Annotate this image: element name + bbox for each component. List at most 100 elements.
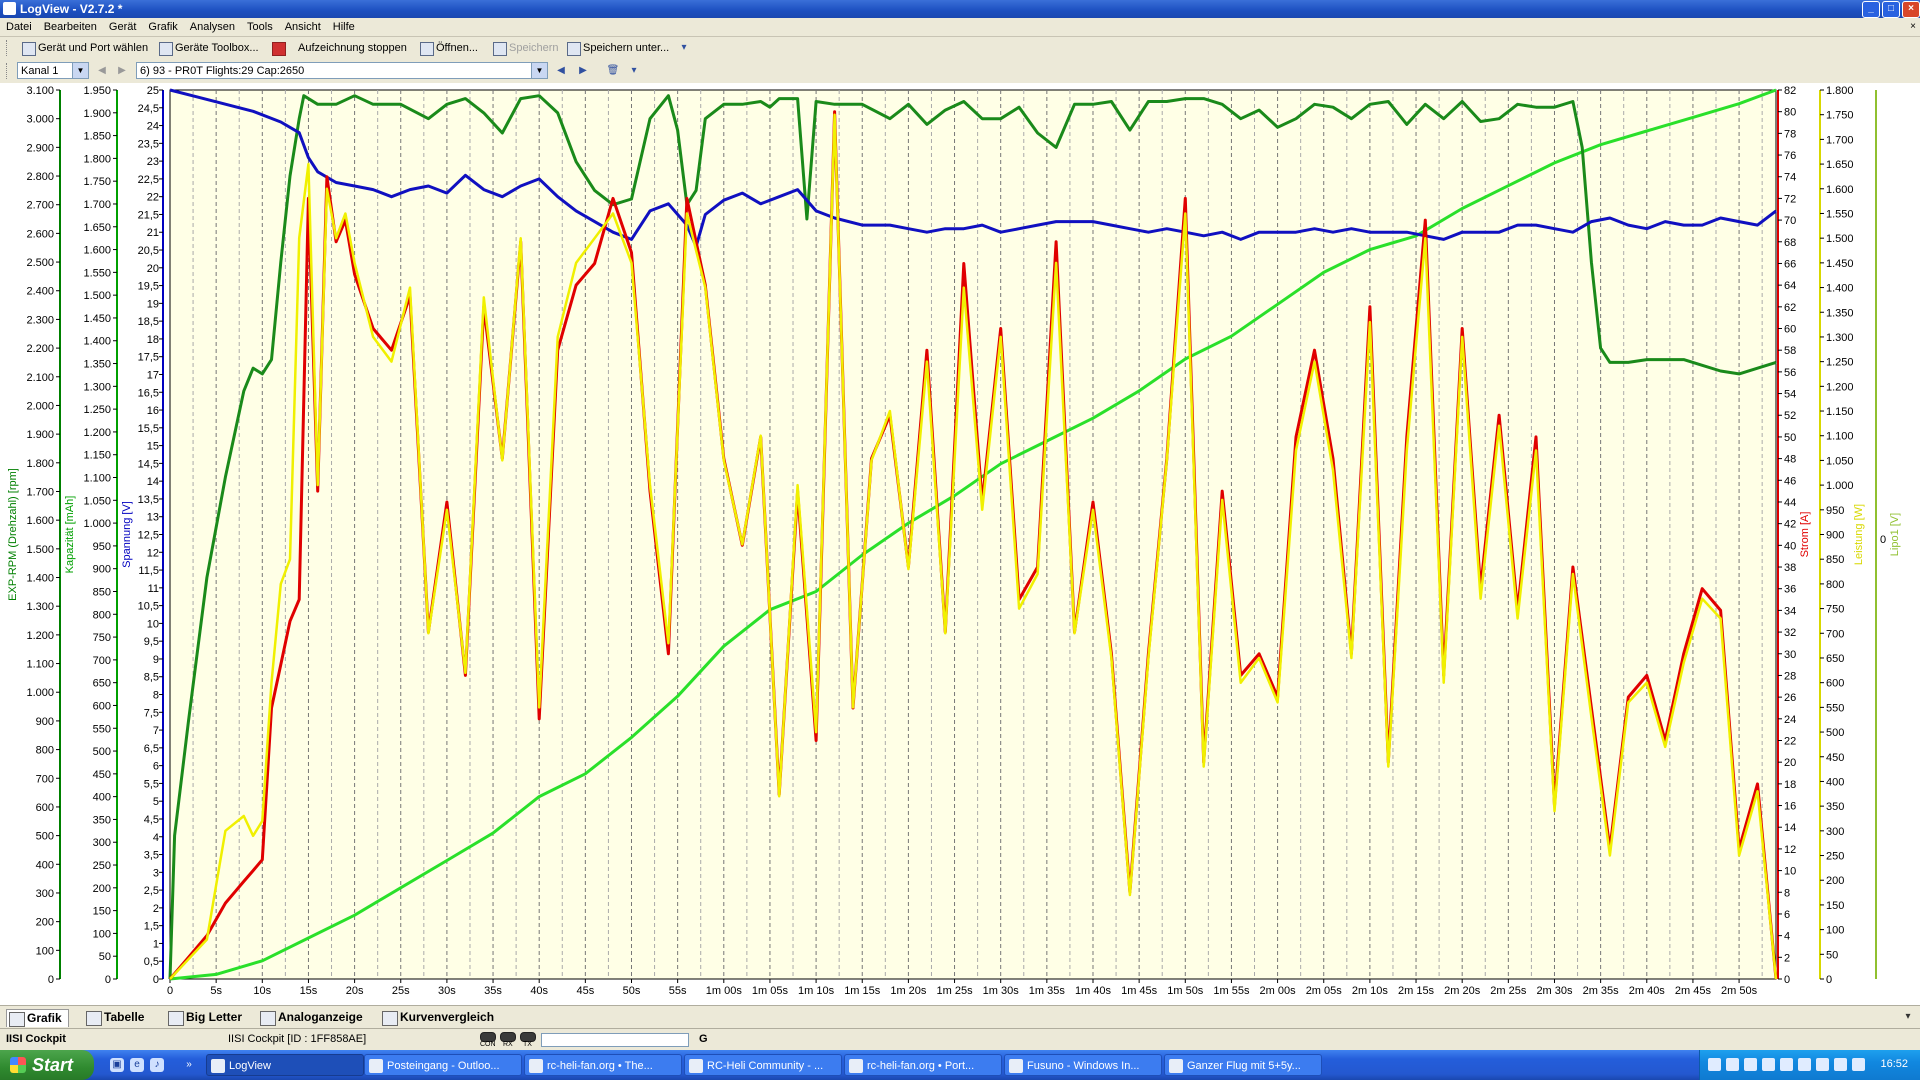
- start-button[interactable]: Start: [0, 1050, 94, 1080]
- menu-grafik[interactable]: Grafik: [142, 18, 183, 33]
- x-tick-label: 2m 10s: [1352, 985, 1389, 997]
- show-desktop-icon[interactable]: ▣: [110, 1058, 124, 1072]
- geraet-port-button[interactable]: Gerät und Port wählen: [20, 39, 148, 57]
- toolbox-label: Geräte Toolbox...: [175, 42, 259, 54]
- y-tick-label: 350: [93, 814, 111, 826]
- status-device-id: IISI Cockpit [ID : 1FF858AE]: [228, 1033, 367, 1045]
- y-tick-label: 2.700: [26, 200, 54, 212]
- delete-icon[interactable]: 🗑: [605, 63, 621, 78]
- media-icon[interactable]: ♪: [150, 1058, 164, 1072]
- y-tick-label: 24: [1784, 714, 1796, 726]
- task-rc-heli-fan-2[interactable]: rc-heli-fan.org • Port...: [844, 1054, 1002, 1076]
- prev-flight-icon[interactable]: ◀: [553, 63, 569, 78]
- close-button[interactable]: ×: [1902, 1, 1920, 18]
- save-as-button[interactable]: Speichern unter...: [565, 39, 669, 57]
- tray-icon[interactable]: [1744, 1058, 1757, 1071]
- tab-analoganzeige[interactable]: Analoganzeige: [258, 1009, 363, 1026]
- mdi-close-icon[interactable]: ×: [1910, 21, 1916, 32]
- clock: 16:52: [1880, 1058, 1908, 1070]
- tray-icon[interactable]: [1798, 1058, 1811, 1071]
- x-tick-label: 2m 35s: [1583, 985, 1620, 997]
- tray-icon[interactable]: [1762, 1058, 1775, 1071]
- next-channel-icon[interactable]: ▶: [114, 63, 130, 78]
- save-as-label: Speichern unter...: [583, 42, 670, 54]
- y-axis-title: Kapazität [mAh]: [64, 496, 76, 574]
- channel-select[interactable]: Kanal 1 ▼: [17, 62, 89, 79]
- y-tick-label: 10,5: [138, 601, 159, 613]
- tab-grafik[interactable]: Grafik: [6, 1009, 69, 1027]
- task-rc-heli-fan-1[interactable]: rc-heli-fan.org • The...: [524, 1054, 682, 1076]
- tab-big-letter[interactable]: Big Letter: [166, 1009, 242, 1026]
- stop-recording-button[interactable]: Aufzeichnung stoppen: [270, 39, 407, 57]
- menu-datei[interactable]: Datei: [0, 18, 38, 33]
- y-tick-label: 1.000: [26, 687, 54, 699]
- tray-icon[interactable]: [1708, 1058, 1721, 1071]
- toolbox-button[interactable]: Geräte Toolbox...: [157, 39, 259, 57]
- tab-tabelle[interactable]: Tabelle: [84, 1009, 144, 1026]
- logview-icon: [211, 1059, 225, 1073]
- y-tick-label: 3,5: [144, 850, 159, 862]
- menu-bearbeiten[interactable]: Bearbeiten: [38, 18, 103, 33]
- toolbar-grip[interactable]: [6, 40, 10, 56]
- y-tick-label: 64: [1784, 280, 1796, 292]
- x-tick-label: 55s: [669, 985, 687, 997]
- tray-icon[interactable]: [1852, 1058, 1865, 1071]
- status-device: IISI Cockpit: [6, 1033, 66, 1045]
- ie-icon[interactable]: e: [130, 1058, 144, 1072]
- save-button[interactable]: Speichern: [491, 39, 559, 57]
- quicklaunch-expand-icon[interactable]: »: [182, 1058, 196, 1072]
- menu-ansicht[interactable]: Ansicht: [279, 18, 327, 33]
- next-flight-icon[interactable]: ▶: [575, 63, 591, 78]
- y-tick-label: 1.000: [83, 518, 111, 530]
- y-tick-label: 1.550: [1826, 208, 1854, 220]
- tray-icon[interactable]: [1816, 1058, 1829, 1071]
- y-tick-label: 500: [93, 746, 111, 758]
- task-fusuno[interactable]: Fusuno - Windows In...: [1004, 1054, 1162, 1076]
- y-tick-label: 16: [1784, 801, 1796, 813]
- y-tick-label: 1.750: [1826, 110, 1854, 122]
- y-tick-label: 1.300: [26, 601, 54, 613]
- y-tick-label: 18: [1784, 779, 1796, 791]
- menu-geraet[interactable]: Gerät: [103, 18, 143, 33]
- task-ganzer-flug[interactable]: Ganzer Flug mit 5+5y...: [1164, 1054, 1322, 1076]
- open-button[interactable]: Öffnen...: [418, 39, 478, 57]
- tray-icon[interactable]: [1834, 1058, 1847, 1071]
- y-tick-label: 0,5: [144, 956, 159, 968]
- y-tick-label: 14: [1784, 822, 1796, 834]
- toolbar-overflow-icon[interactable]: ▾: [676, 40, 692, 55]
- y-tick-label: 40: [1784, 540, 1796, 552]
- task-rc-heli-community[interactable]: RC-Heli Community - ...: [684, 1054, 842, 1076]
- ganzer-flug-icon: [1169, 1059, 1183, 1073]
- y-tick-label: 350: [1826, 801, 1844, 813]
- task-outlook-label: Posteingang - Outloo...: [387, 1060, 500, 1072]
- channel-overflow-icon[interactable]: ▾: [626, 63, 642, 78]
- tabs-overflow-icon[interactable]: ▾: [1900, 1009, 1916, 1024]
- y-tick-label: 550: [93, 723, 111, 735]
- channel-bar: Kanal 1 ▼ ◀ ▶ 6) 93 - PR0T Flights:29 Cap…: [0, 60, 1920, 82]
- rx-led-label: RX: [503, 1041, 513, 1048]
- flight-select[interactable]: 6) 93 - PR0T Flights:29 Cap:2650 ▼: [136, 62, 548, 79]
- menu-analysen[interactable]: Analysen: [184, 18, 241, 33]
- menu-hilfe[interactable]: Hilfe: [327, 18, 361, 33]
- task-logview[interactable]: LogView: [206, 1054, 364, 1076]
- y-tick-label: 32: [1784, 627, 1796, 639]
- tray-icon[interactable]: [1726, 1058, 1739, 1071]
- minimize-button[interactable]: _: [1862, 1, 1880, 18]
- channel-grip: [6, 63, 10, 79]
- tray-icon[interactable]: [1780, 1058, 1793, 1071]
- tab-kurvenvergleich[interactable]: Kurvenvergleich: [380, 1009, 494, 1026]
- y-tick-label: 23,5: [138, 138, 159, 150]
- y-tick-label: 1.850: [83, 131, 111, 143]
- y-tick-label: 38: [1784, 562, 1796, 574]
- y-tick-label: 250: [93, 860, 111, 872]
- task-outlook[interactable]: Posteingang - Outloo...: [364, 1054, 522, 1076]
- prev-channel-icon[interactable]: ◀: [94, 63, 110, 78]
- y-axis-title: Lipo1 [V]: [1889, 513, 1901, 556]
- y-tick-label: 0: [153, 974, 159, 986]
- y-tick-label: 450: [1826, 752, 1844, 764]
- y-tick-label: 500: [36, 831, 54, 843]
- log-chart[interactable]: 0 5s 10s 15s 20s 25s 30s 35s 40s 45s 50s 55s 1m 00s 1…: [0, 83, 1920, 1005]
- menu-tools[interactable]: Tools: [241, 18, 279, 33]
- maximize-button[interactable]: □: [1882, 1, 1900, 18]
- y-tick-label: 600: [93, 700, 111, 712]
